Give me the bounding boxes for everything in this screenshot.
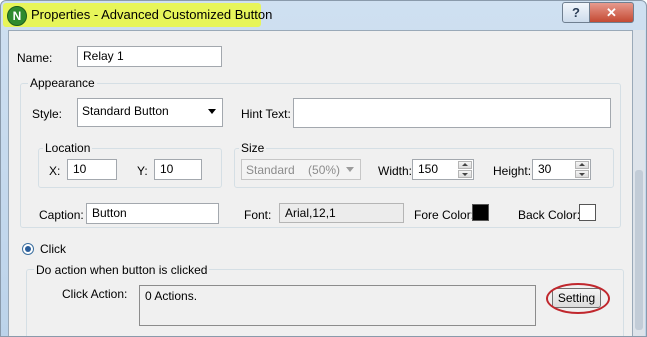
- height-label: Height:: [493, 164, 532, 178]
- size-group-title: Size: [239, 141, 267, 155]
- spin-down-icon[interactable]: [458, 170, 472, 178]
- caption-input[interactable]: Button: [86, 203, 219, 224]
- fore-color-label: Fore Color:: [414, 208, 475, 222]
- caption-label: Caption:: [39, 208, 84, 222]
- width-spinner: [458, 161, 472, 178]
- appearance-group-title: Appearance: [28, 76, 97, 90]
- height-value: 30: [538, 162, 552, 176]
- click-action-group-title: Do action when button is clicked: [34, 263, 210, 277]
- size-preset-dropdown: Standard (50%): [241, 159, 361, 180]
- click-radio[interactable]: [22, 243, 34, 255]
- width-value: 150: [418, 162, 439, 176]
- style-label: Style:: [32, 107, 63, 121]
- spin-up-icon[interactable]: [575, 161, 589, 169]
- click-radio-label: Click: [40, 242, 66, 256]
- annotation-highlight-ring: [546, 283, 610, 314]
- window-title: Properties - Advanced Customized Button: [31, 7, 273, 22]
- location-y-input[interactable]: 10: [154, 159, 202, 180]
- close-button[interactable]: ✕: [589, 2, 634, 23]
- height-stepper[interactable]: 30: [532, 159, 591, 180]
- hint-text-label: Hint Text:: [241, 107, 291, 121]
- hint-text-input[interactable]: [293, 98, 611, 128]
- spin-up-icon[interactable]: [458, 161, 472, 169]
- properties-panel: Name: Relay 1 Appearance Style: Standard…: [8, 30, 633, 336]
- name-label: Name:: [17, 51, 53, 65]
- click-action-label: Click Action:: [62, 287, 128, 301]
- radio-selected-dot: [25, 246, 31, 252]
- style-dropdown-value: Standard Button: [82, 104, 169, 118]
- width-stepper[interactable]: 150: [412, 159, 474, 180]
- font-field[interactable]: Arial,12,1: [279, 203, 404, 223]
- font-label: Font:: [244, 208, 272, 222]
- width-label: Width:: [378, 164, 413, 178]
- help-button[interactable]: ?: [562, 2, 590, 23]
- back-color-swatch[interactable]: [579, 204, 596, 221]
- title-bar[interactable]: N Properties - Advanced Customized Butto…: [1, 1, 646, 29]
- name-input[interactable]: Relay 1: [77, 46, 222, 67]
- back-color-label: Back Color:: [518, 208, 581, 222]
- location-group-title: Location: [43, 141, 93, 155]
- style-dropdown[interactable]: Standard Button: [77, 98, 223, 127]
- location-y-label: Y:: [137, 164, 148, 178]
- location-x-label: X:: [49, 164, 61, 178]
- fore-color-swatch[interactable]: [472, 204, 489, 221]
- chevron-down-icon: [346, 167, 354, 172]
- app-icon: N: [7, 6, 27, 26]
- chevron-down-icon: [208, 109, 216, 114]
- click-action-field[interactable]: 0 Actions.: [139, 285, 536, 326]
- scrollbar-thumb[interactable]: [635, 170, 643, 330]
- help-icon: ?: [572, 5, 580, 20]
- vertical-scrollbar[interactable]: [632, 30, 645, 336]
- height-spinner: [575, 161, 589, 178]
- dialog-window: N Properties - Advanced Customized Butto…: [0, 0, 647, 337]
- size-preset-value: Standard (50%): [246, 163, 341, 177]
- spin-down-icon[interactable]: [575, 170, 589, 178]
- close-icon: ✕: [606, 5, 617, 20]
- location-x-input[interactable]: 10: [67, 159, 117, 180]
